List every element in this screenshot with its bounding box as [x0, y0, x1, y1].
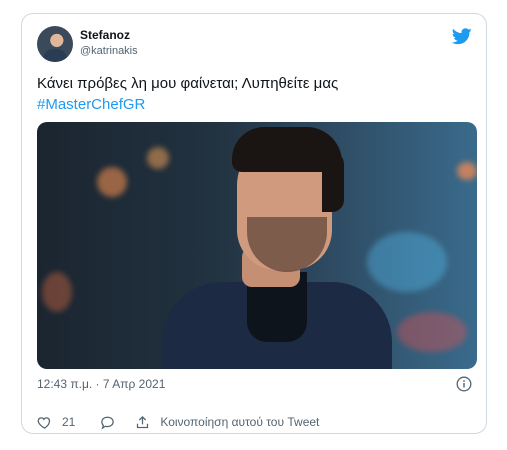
tweet-actions: 21 Κοινοποίηση αυτού του Tweet [37, 413, 319, 431]
share-button[interactable]: Κοινοποίηση αυτού του Tweet [135, 415, 319, 430]
info-icon[interactable] [456, 376, 472, 392]
tweet-media-photo[interactable] [37, 122, 477, 369]
display-name[interactable]: Stefanoz [80, 28, 130, 42]
hashtag-link[interactable]: #MasterChefGR [37, 94, 477, 115]
share-label: Κοινοποίηση αυτού του Tweet [160, 415, 320, 429]
tweet-text: Κάνει πρόβες λη μου φαίνεται; Λυπηθείτε … [37, 75, 339, 92]
reply-bubble-icon [101, 416, 115, 430]
user-handle[interactable]: @katrinakis [80, 45, 138, 57]
tweet-card[interactable]: Stefanoz @katrinakis Κάνει πρόβες λη μου… [21, 13, 487, 434]
like-count: 21 [62, 415, 76, 429]
like-button[interactable]: 21 [37, 415, 75, 430]
tweet-text-block: Κάνει πρόβες λη μου φαίνεται; Λυπηθείτε … [37, 73, 477, 115]
avatar[interactable] [37, 26, 73, 62]
tweet-timestamp[interactable]: 12:43 π.μ. · 7 Απρ 2021 [37, 377, 165, 391]
heart-icon [37, 416, 51, 429]
twitter-bird-icon[interactable] [452, 28, 472, 45]
reply-button[interactable] [100, 415, 115, 430]
share-upload-icon [137, 415, 149, 428]
